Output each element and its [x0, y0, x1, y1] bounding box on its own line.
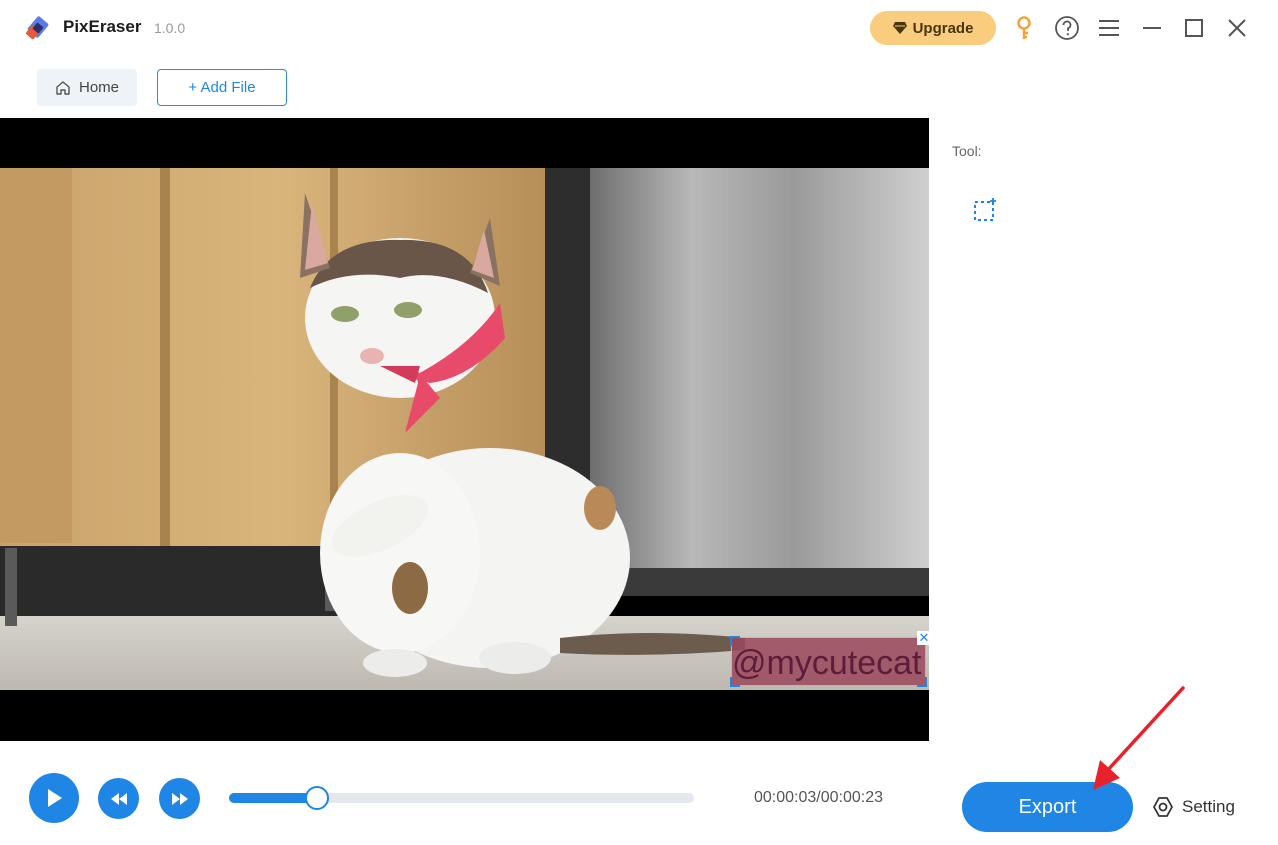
maximize-icon[interactable] — [1180, 14, 1208, 42]
key-icon[interactable] — [1010, 14, 1038, 42]
play-icon — [48, 789, 62, 807]
title-bar: PixEraser 1.0.0 Upgrade — [0, 0, 1278, 56]
app-name: PixEraser — [63, 17, 142, 36]
watermark-text: @mycutecat — [732, 644, 922, 682]
close-icon[interactable] — [1223, 14, 1251, 42]
app-version: 1.0.0 — [154, 20, 186, 36]
fast-forward-icon — [171, 792, 188, 805]
app-logo-icon — [24, 15, 52, 43]
remove-selection-icon[interactable]: ✕ — [917, 631, 931, 645]
rewind-icon — [110, 792, 127, 805]
resize-handle-bottom-left[interactable] — [730, 677, 740, 687]
gear-icon — [1153, 797, 1173, 817]
home-button[interactable]: Home — [37, 69, 137, 106]
progress-thumb[interactable] — [305, 786, 330, 810]
progress-fill — [229, 793, 318, 803]
menu-icon[interactable] — [1095, 14, 1123, 42]
progress-slider[interactable] — [229, 786, 694, 810]
diamond-icon — [892, 22, 907, 34]
tool-label: Tool: — [952, 143, 982, 159]
home-label: Home — [78, 79, 119, 96]
export-button[interactable]: Export — [962, 782, 1133, 832]
help-icon[interactable] — [1053, 14, 1081, 42]
home-icon — [56, 80, 70, 95]
resize-handle-top-left[interactable] — [730, 636, 740, 646]
rect-select-icon[interactable] — [966, 191, 1004, 229]
time-display: 00:00:03/00:00:23 — [754, 789, 884, 806]
watermark-selection[interactable]: @mycutecat ✕ — [730, 631, 931, 687]
add-file-button[interactable]: + Add File — [157, 69, 287, 106]
resize-handle-bottom-right[interactable] — [917, 677, 927, 687]
fast-forward-button[interactable] — [159, 778, 200, 819]
upgrade-label: Upgrade — [912, 19, 974, 37]
video-frame-image — [0, 168, 929, 690]
setting-label: Setting — [1182, 797, 1235, 816]
play-button[interactable] — [29, 773, 79, 823]
setting-button[interactable]: Setting — [1152, 796, 1235, 818]
minimize-icon[interactable] — [1138, 14, 1166, 42]
upgrade-button[interactable]: Upgrade — [870, 11, 996, 45]
rewind-button[interactable] — [98, 778, 139, 819]
